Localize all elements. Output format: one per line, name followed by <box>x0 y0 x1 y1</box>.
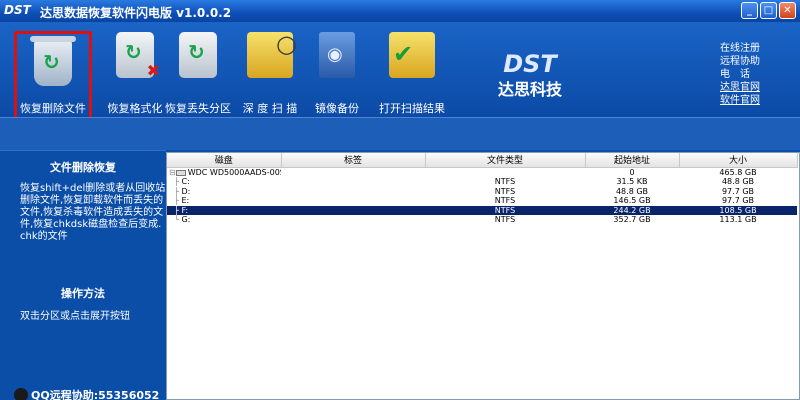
method-title: 操作方法 <box>61 287 105 300</box>
tool-label: 恢复删除文件 <box>20 102 86 115</box>
col-start[interactable]: 起始地址 <box>585 153 680 168</box>
disk-name: C: <box>181 177 190 186</box>
tree-branch: └ <box>169 215 182 224</box>
table-row[interactable]: ⊟ WDC WD5000AADS-00S... 0 465.8 GB <box>167 167 797 177</box>
col-size[interactable]: 大小 <box>679 153 798 168</box>
disk-name: E: <box>181 196 190 205</box>
image-backup-icon <box>319 32 355 78</box>
disk-table-container: 磁盘 标签 文件类型 起始地址 大小 ⊟ WDC WD5000AADS-00S..… <box>166 152 800 400</box>
disk-table: 磁盘 标签 文件类型 起始地址 大小 ⊟ WDC WD5000AADS-00S..… <box>167 153 798 225</box>
tree-branch: ├ <box>169 186 182 196</box>
open-folder-icon <box>389 32 435 78</box>
cell-type: NTFS <box>494 186 516 196</box>
minimize-button[interactable]: _ <box>741 2 758 19</box>
table-row-selected[interactable]: ├ F: NTFS 244.2 GB 108.5 GB <box>167 205 797 215</box>
link-software-site[interactable]: 软件官网 <box>720 94 796 107</box>
tool-label: 恢复丢失分区 <box>165 102 231 115</box>
cell-size: 108.5 GB <box>679 205 797 215</box>
table-row[interactable]: └ G: NTFS 352.7 GB 113.1 GB <box>167 215 797 225</box>
header-links: 在线注册 远程协助 电 话 达思官网 软件官网 <box>720 42 796 107</box>
cell-start: 0 <box>629 167 635 177</box>
table-row[interactable]: ├ D: NTFS 48.8 GB 97.7 GB <box>167 187 797 197</box>
cell-type <box>425 167 585 177</box>
disk-name: F: <box>181 205 189 215</box>
disk-name: WDC WD5000AADS-00S... <box>187 167 281 177</box>
panel-title: 文件删除恢复 <box>50 161 116 174</box>
qq-penguin-icon <box>14 388 28 400</box>
tool-label: 镜像备份 <box>315 102 359 115</box>
tool-label: 打开扫描结果 <box>379 102 445 115</box>
cell-size: 465.8 GB <box>719 167 757 177</box>
tool-label: 深 度 扫 描 <box>242 102 298 115</box>
toolbar: 恢复删除文件 恢复格式化 恢复丢失分区 深 度 扫 描 镜像备份 打开扫描结果 … <box>0 22 800 134</box>
cell-type: NTFS <box>425 205 585 215</box>
cell-start: 352.7 GB <box>613 215 651 224</box>
cell-type: NTFS <box>494 215 516 224</box>
maximize-button[interactable]: □ <box>760 2 777 19</box>
qq-contact[interactable]: QQ远程协助:55356052 <box>14 387 159 400</box>
cell-label <box>281 205 425 215</box>
link-phone: 电 话 <box>720 69 750 80</box>
link-dasi-site[interactable]: 达思官网 <box>720 81 796 94</box>
collapse-icon[interactable]: ⊟ <box>169 168 176 177</box>
app-logo: DST <box>4 3 31 17</box>
table-header-row: 磁盘 标签 文件类型 起始地址 大小 <box>167 153 798 168</box>
cell-label <box>281 196 425 206</box>
link-remote-assist[interactable]: 远程协助 <box>720 55 796 68</box>
window-title: 达思数据恢复软件闪电版 v1.0.0.2 <box>40 6 232 20</box>
cell-size: 48.8 GB <box>721 177 755 186</box>
tree-branch: ├ <box>169 196 182 205</box>
magnifier-folder-icon <box>247 30 297 78</box>
table-row[interactable]: ├ E: NTFS 146.5 GB 97.7 GB <box>167 196 797 206</box>
cell-size: 97.7 GB <box>721 186 755 196</box>
table-row[interactable]: ├ C: NTFS 31.5 KB 48.8 GB <box>167 177 797 187</box>
drive-partition-icon <box>179 32 217 78</box>
qq-text: QQ远程协助:55356052 <box>31 389 160 400</box>
cell-start: 31.5 KB <box>616 177 648 186</box>
cell-label <box>281 215 425 225</box>
drive-format-icon <box>116 32 160 80</box>
tree-branch: ├ <box>169 205 182 215</box>
method-text: 双击分区或点击展开按钮 <box>20 311 130 322</box>
cell-label <box>281 187 425 197</box>
disk-name: D: <box>181 186 191 196</box>
cell-size: 97.7 GB <box>721 196 755 205</box>
cell-size: 113.1 GB <box>719 215 757 224</box>
col-label[interactable]: 标签 <box>281 153 426 168</box>
close-button[interactable]: ✕ <box>779 2 796 19</box>
brand-logo: DST 达思科技 <box>490 50 570 100</box>
window-controls: _ □ ✕ <box>741 2 796 19</box>
cell-start: 244.2 GB <box>585 205 679 215</box>
col-type[interactable]: 文件类型 <box>425 153 586 168</box>
col-disk[interactable]: 磁盘 <box>167 153 282 168</box>
left-info-panel: 文件删除恢复 恢复shift+del删除或者从回收站删除文件,恢复卸载软件而丢失… <box>0 150 166 400</box>
disk-name: G: <box>181 215 191 224</box>
hard-disk-icon <box>175 169 186 176</box>
cell-type: NTFS <box>494 177 516 186</box>
toolbar-separator-strip <box>0 117 800 150</box>
brand-mark: DST <box>503 50 557 78</box>
tree-branch: ├ <box>169 177 182 186</box>
brand-name: 达思科技 <box>497 80 562 99</box>
cell-start: 146.5 GB <box>613 196 651 205</box>
trash-recover-icon <box>30 36 76 86</box>
cell-label <box>281 167 425 177</box>
title-bar: DST 达思数据恢复软件闪电版 v1.0.0.2 _ □ ✕ <box>0 0 800 22</box>
cell-label <box>281 177 425 187</box>
link-register[interactable]: 在线注册 <box>720 42 796 55</box>
panel-description: 恢复shift+del删除或者从回收站删除文件,恢复卸载软件而丢失的文件,恢复杀… <box>20 183 166 242</box>
cell-start: 48.8 GB <box>615 186 649 196</box>
cell-type: NTFS <box>494 196 516 205</box>
